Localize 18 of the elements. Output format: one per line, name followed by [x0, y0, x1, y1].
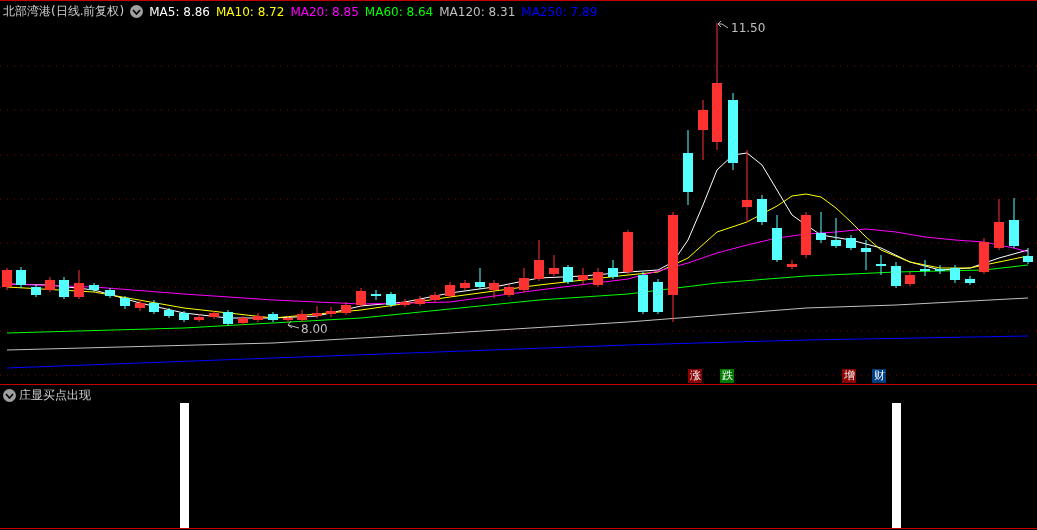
moving-average-label: MA250: 7.89 [521, 4, 598, 19]
moving-average-label: MA5: 8.86 [149, 4, 210, 19]
moving-average-label: MA20: 8.85 [290, 4, 359, 19]
moving-average-label: MA10: 8.72 [215, 4, 285, 19]
moving-average-label: MA60: 8.64 [364, 4, 434, 19]
arrow-icon [717, 20, 729, 29]
event-marker[interactable]: 财 [872, 369, 886, 383]
low-price-label: 8.00 [301, 322, 328, 336]
event-marker[interactable]: 涨 [688, 369, 702, 383]
event-marker[interactable]: 跌 [720, 369, 734, 383]
high-price-label: 11.50 [731, 21, 766, 35]
moving-average-label: MA120: 8.31 [439, 4, 516, 19]
arrow-icon [287, 320, 300, 329]
dropdown-icon[interactable] [130, 5, 144, 18]
event-marker[interactable]: 增 [842, 369, 856, 383]
chart-title: 北部湾港(日线.前复权) [3, 3, 125, 20]
indicator-title: 庄显买点出现 [19, 387, 91, 404]
dropdown-icon[interactable] [3, 389, 16, 402]
